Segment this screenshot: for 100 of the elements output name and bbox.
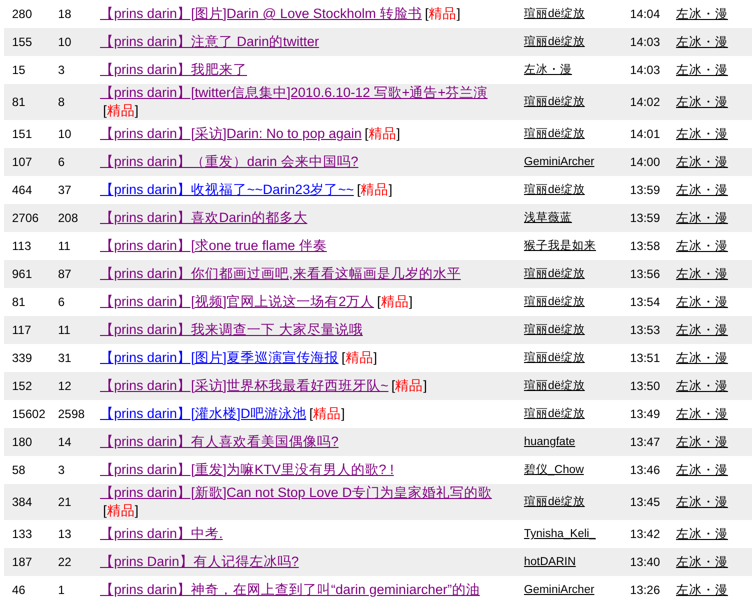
thread-title-link[interactable]: 【prins darin】[采访]世界杯我最看好西班牙队~ (100, 378, 388, 393)
thread-title-link[interactable]: 【prins darin】[新歌]Can not Stop Love D专门为皇家婚礼写的歌 (100, 485, 492, 500)
author-link[interactable]: Tynisha_Keli_ (524, 528, 596, 540)
author-link[interactable]: 瑄丽dё绽放 (524, 8, 585, 20)
reply-count: 155 (12, 34, 32, 48)
post-time: 13:53 (630, 322, 660, 336)
post-time: 13:47 (630, 434, 660, 448)
elite-tag: [精品] (391, 377, 427, 394)
click-count: 6 (58, 294, 65, 308)
thread-title-link[interactable]: 【prins darin】[重发]为嘛KTV里没有男人的歌? ! (100, 462, 394, 477)
author-link[interactable]: 瑄丽dё绽放 (524, 296, 585, 308)
thread-title-link[interactable]: 【prins darin】[求one true flame 伴奏 (100, 238, 327, 253)
reply-count: 339 (12, 350, 32, 364)
reply-count: 187 (12, 554, 32, 568)
last-reply-link[interactable]: 左冰・漫 (676, 6, 728, 20)
reply-count: 117 (12, 322, 32, 336)
reply-count: 15602 (12, 406, 46, 420)
author-link[interactable]: GeminiArcher (524, 584, 594, 596)
reply-count: 151 (12, 126, 32, 140)
elite-tag: [精品] (103, 502, 139, 519)
last-reply-link[interactable]: 左冰・漫 (676, 406, 728, 420)
post-time: 14:01 (630, 126, 660, 140)
post-time: 13:50 (630, 378, 660, 392)
reply-count: 46 (12, 582, 26, 596)
reply-count: 464 (12, 182, 32, 196)
last-reply-link[interactable]: 左冰・漫 (676, 462, 728, 476)
post-time: 13:46 (630, 462, 660, 476)
click-count: 208 (58, 210, 78, 224)
thread-title-link[interactable]: 【prins darin】[图片]Darin @ Love Stockholm 转脸书 (100, 6, 422, 21)
elite-tag: [精品] (356, 181, 392, 198)
post-time: 13:58 (630, 238, 660, 252)
author-link[interactable]: 瑄丽dё绽放 (524, 352, 585, 364)
click-count: 1 (58, 582, 65, 596)
thread-title-link[interactable]: 【prins darin】[图片]夏季巡演宣传海报 (100, 350, 339, 365)
post-time: 13:45 (630, 494, 660, 508)
click-count: 10 (58, 126, 72, 140)
author-link[interactable]: 碧仪_Chow (524, 464, 584, 476)
post-time: 13:42 (630, 526, 660, 540)
post-time: 13:54 (630, 294, 660, 308)
reply-count: 15 (12, 62, 26, 76)
author-link[interactable]: 浅草薇蓝 (524, 212, 572, 224)
author-link[interactable]: 猴子我是如来 (524, 240, 596, 252)
reply-count: 113 (12, 238, 32, 252)
click-count: 21 (58, 494, 72, 508)
reply-count: 180 (12, 434, 32, 448)
thread-title-link[interactable]: 【prins darin】中考. (100, 526, 223, 541)
click-count: 12 (58, 378, 72, 392)
last-reply-link[interactable]: 左冰・漫 (676, 350, 728, 364)
thread-title-link[interactable]: 【prins darin】[采访]Darin: No to pop again (100, 126, 362, 141)
last-reply-link[interactable]: 左冰・漫 (676, 526, 728, 540)
reply-count: 107 (12, 154, 32, 168)
click-count: 31 (58, 350, 72, 364)
click-count: 6 (58, 154, 65, 168)
reply-count: 58 (12, 462, 26, 476)
author-link[interactable]: 瑄丽dё绽放 (524, 408, 585, 420)
reply-count: 384 (12, 494, 32, 508)
click-count: 18 (58, 6, 72, 20)
author-link[interactable]: 左冰・漫 (524, 64, 572, 76)
click-count: 22 (58, 554, 72, 568)
thread-title-link[interactable]: 【prins darin】[视频]官网上说这一场有2万人 (100, 294, 374, 309)
elite-tag: [精品] (103, 102, 139, 119)
reply-count: 961 (12, 266, 32, 280)
last-reply-link[interactable]: 左冰・漫 (676, 126, 728, 140)
post-time: 13:26 (630, 582, 660, 596)
post-time: 14:02 (630, 94, 660, 108)
author-link[interactable]: 瑄丽dё绽放 (524, 496, 585, 508)
click-count: 10 (58, 34, 72, 48)
post-time: 13:59 (630, 210, 660, 224)
thread-title-link[interactable]: 【prins darin】[twitter信息集中]2010.6.10-12 写歌+通告+芬兰演 (100, 85, 488, 100)
reply-count: 81 (12, 294, 26, 308)
author-link[interactable]: 瑄丽dё绽放 (524, 128, 585, 140)
click-count: 87 (58, 266, 72, 280)
reply-count: 152 (12, 378, 32, 392)
click-count: 3 (58, 462, 65, 476)
click-count: 2598 (58, 406, 85, 420)
click-count: 8 (58, 94, 65, 108)
last-reply-link[interactable]: 左冰・漫 (676, 62, 728, 76)
click-count: 11 (58, 322, 70, 336)
last-reply-link[interactable]: 左冰・漫 (676, 582, 728, 596)
post-time: 13:56 (630, 266, 660, 280)
author-link[interactable]: 瑄丽dё绽放 (524, 184, 585, 196)
last-reply-link[interactable]: 左冰・漫 (676, 182, 728, 196)
reply-count: 133 (12, 526, 32, 540)
last-reply-link[interactable]: 左冰・漫 (676, 238, 728, 252)
last-reply-link[interactable]: 左冰・漫 (676, 294, 728, 308)
reply-count: 2706 (12, 210, 39, 224)
click-count: 3 (58, 62, 65, 76)
thread-title-link[interactable]: 【prins darin】收视福了~~Darin23岁了~~ (100, 182, 354, 197)
elite-tag: [精品] (424, 5, 460, 22)
thread-title-link[interactable]: 【prins darin】我肥来了 (100, 62, 248, 77)
elite-tag: [精品] (342, 349, 378, 366)
post-time: 13:49 (630, 406, 660, 420)
author-link[interactable]: 瑄丽dё绽放 (524, 96, 585, 108)
reply-count: 280 (12, 6, 32, 20)
thread-title-link[interactable]: 【prins darin】[灌水楼]D吧游泳池 (100, 406, 306, 421)
post-time: 14:03 (630, 34, 660, 48)
post-time: 13:51 (630, 350, 660, 364)
post-time: 14:03 (630, 62, 660, 76)
thread-title-link[interactable]: 【prins darin】神奇，在网上查到了叫“darin geminiarcher”的油 (100, 582, 480, 597)
post-time: 13:59 (630, 182, 660, 196)
